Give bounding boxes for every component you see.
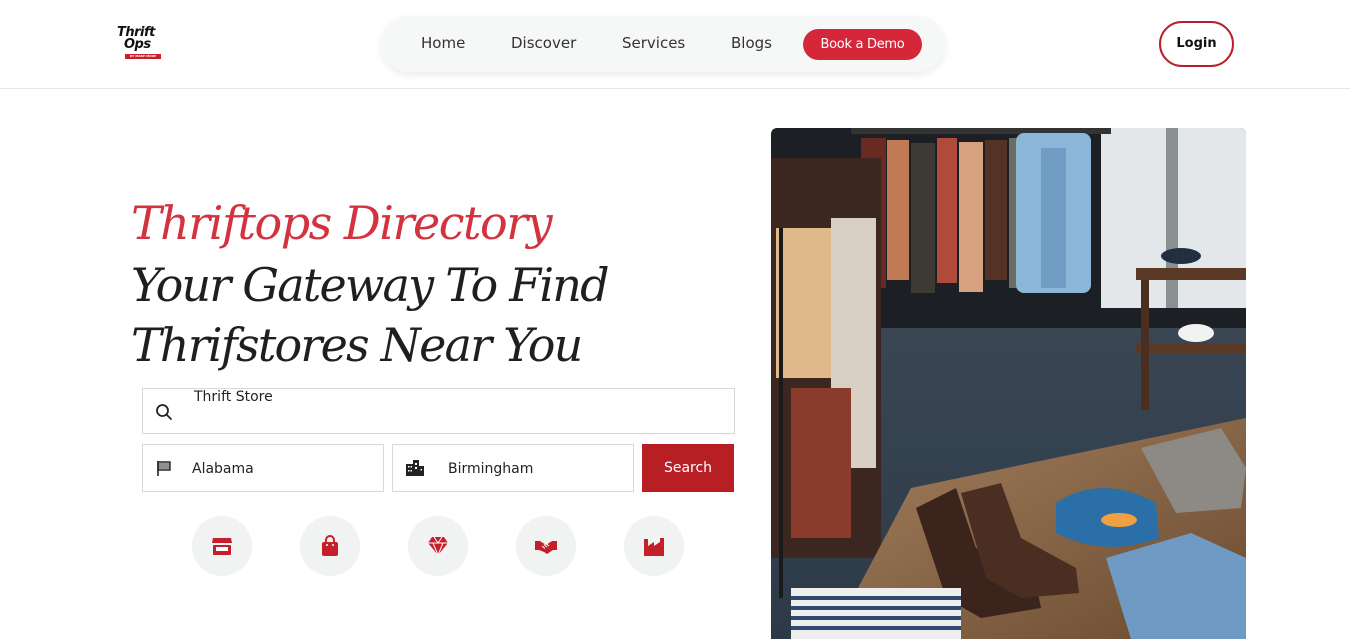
gem-icon — [428, 536, 448, 557]
nav-services[interactable]: Services — [622, 34, 685, 52]
logo-line-2: Ops — [124, 37, 151, 52]
hero-subtitle-line-2: Thrifstores Near You — [131, 318, 583, 372]
nav-home[interactable]: Home — [421, 34, 465, 52]
state-value[interactable]: Alabama — [192, 445, 254, 493]
category-jewelry[interactable] — [408, 516, 468, 576]
hero-store-photo — [771, 128, 1246, 639]
keyword-field[interactable]: Thrift Store — [142, 388, 735, 434]
handshake-icon — [535, 541, 557, 554]
hero-subtitle-line-1: Your Gateway To Find — [131, 258, 610, 312]
category-wholesale[interactable] — [624, 516, 684, 576]
category-store[interactable] — [192, 516, 252, 576]
logo-tagline: BY MAKE MORE — [125, 54, 161, 59]
book-demo-button[interactable]: Book a Demo — [803, 29, 922, 60]
city-icon — [405, 459, 424, 477]
search-button[interactable]: Search — [642, 444, 734, 492]
hero-title: Thriftops Directory — [131, 196, 553, 250]
flag-icon — [155, 459, 173, 477]
city-field[interactable]: Birmingham — [392, 444, 634, 492]
factory-icon — [644, 538, 664, 556]
nav-discover[interactable]: Discover — [511, 34, 576, 52]
city-value[interactable]: Birmingham — [448, 445, 533, 493]
nav-blogs[interactable]: Blogs — [731, 34, 772, 52]
main-nav: Home Discover Services Blogs Book a Demo — [381, 16, 945, 72]
shopping-bag-icon — [322, 535, 338, 556]
search-icon — [155, 403, 173, 421]
store-icon — [212, 538, 232, 555]
keyword-value[interactable]: Thrift Store — [194, 389, 273, 405]
site-header: Thrift Ops BY MAKE MORE Home Discover Se… — [0, 0, 1350, 89]
hero-subtitle: Your Gateway To Find Thrifstores Near Yo… — [131, 255, 691, 375]
category-partners[interactable] — [516, 516, 576, 576]
login-button[interactable]: Login — [1159, 21, 1234, 67]
thriftops-logo[interactable]: Thrift Ops BY MAKE MORE — [117, 26, 169, 61]
category-shopping[interactable] — [300, 516, 360, 576]
state-field[interactable]: Alabama — [142, 444, 384, 492]
